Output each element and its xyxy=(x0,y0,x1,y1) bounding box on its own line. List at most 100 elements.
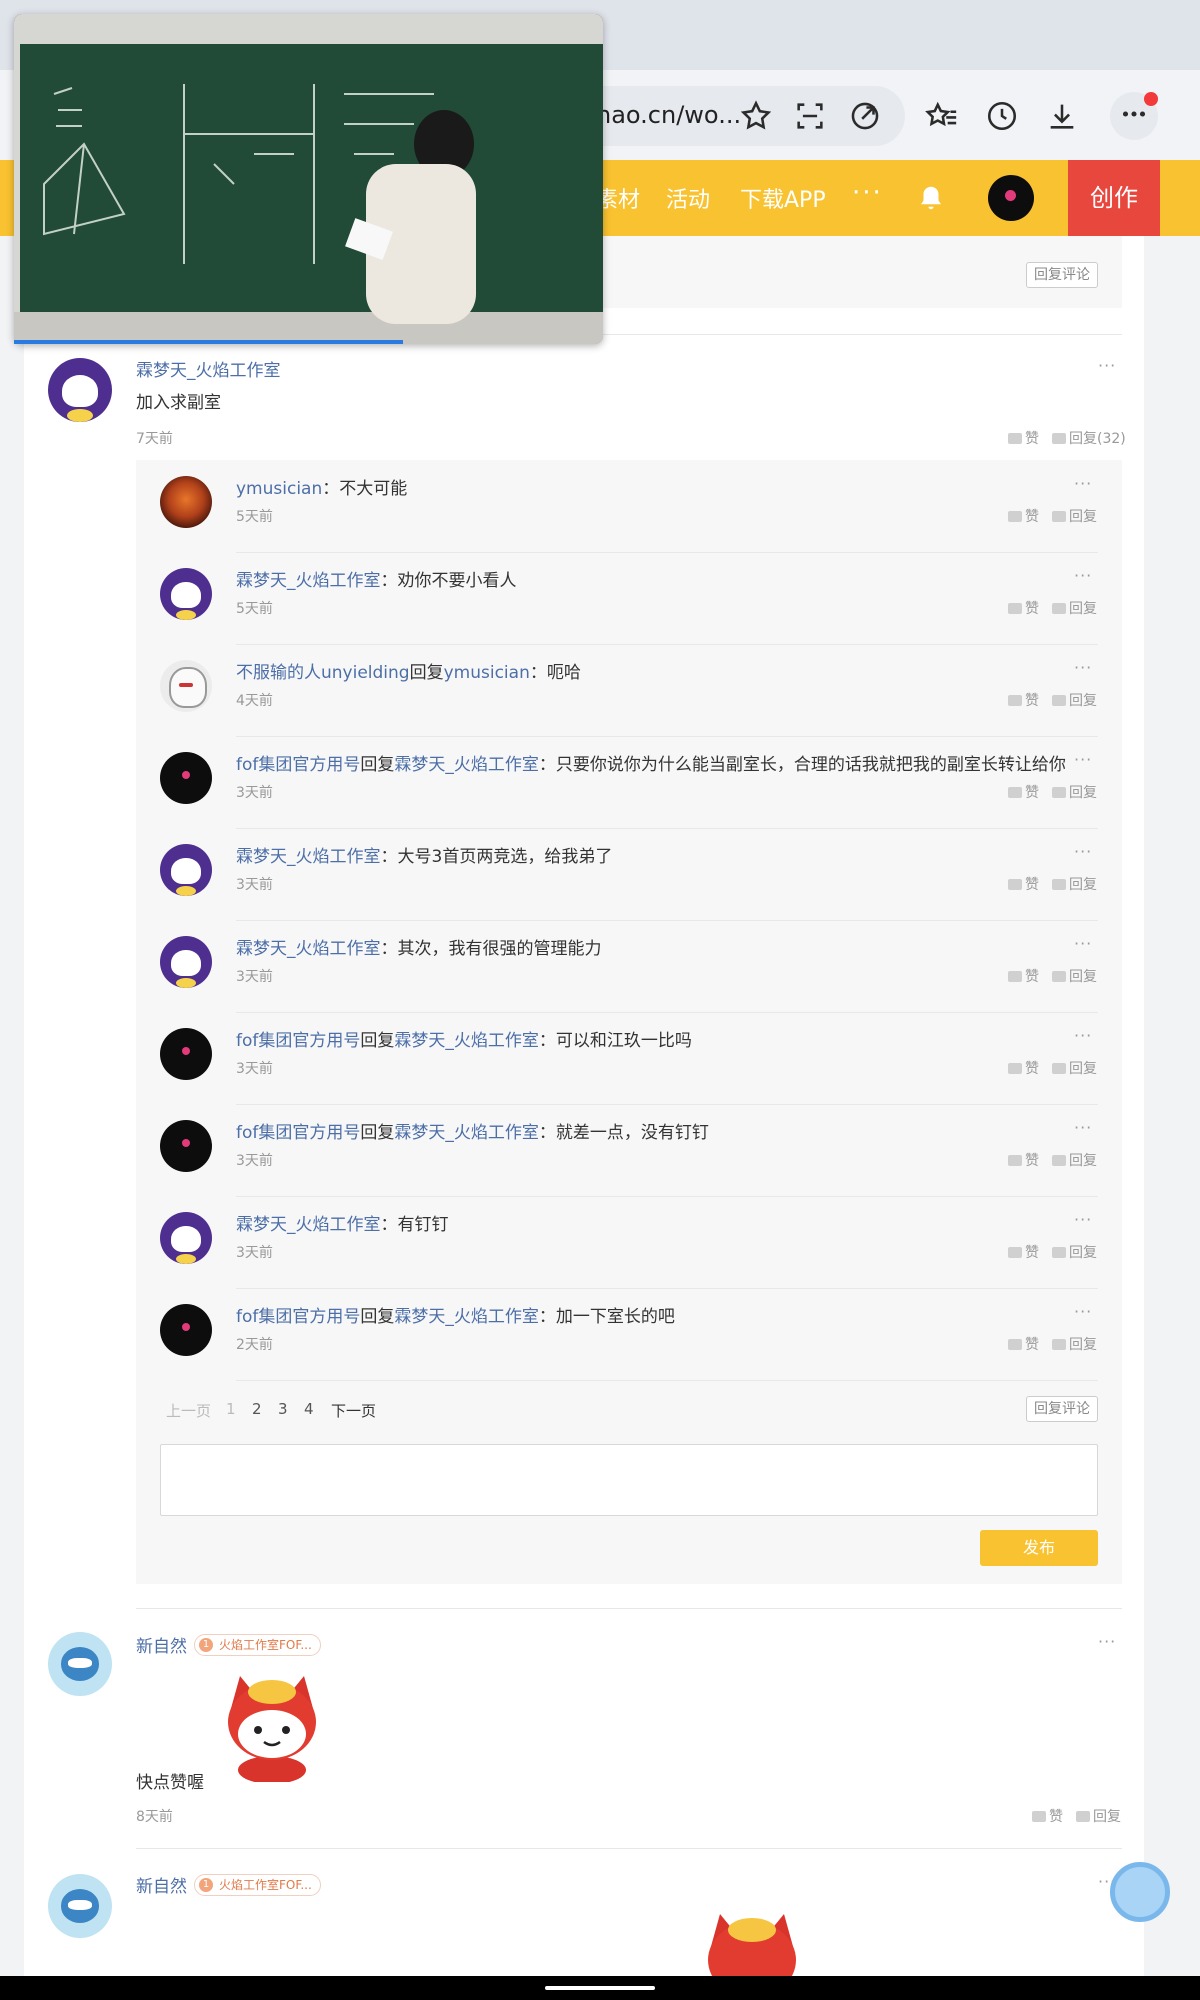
comment-more-button[interactable]: ··· xyxy=(1098,1632,1116,1651)
video-progress-bar[interactable] xyxy=(14,340,403,344)
replier-avatar[interactable] xyxy=(160,568,212,620)
reply-comment-button[interactable]: 回复评论 xyxy=(1026,1396,1098,1422)
reply-comment-button-top[interactable]: 回复评论 xyxy=(1026,262,1098,288)
pagination-page[interactable]: 4 xyxy=(304,1400,314,1418)
reply-more-button[interactable]: ··· xyxy=(1074,750,1092,769)
replier-avatar[interactable] xyxy=(160,476,212,528)
floating-action-button[interactable] xyxy=(1110,1862,1170,1922)
reply-target-username[interactable]: ymusician xyxy=(444,663,530,683)
reply-more-button[interactable]: ··· xyxy=(1074,1210,1092,1229)
bell-icon[interactable] xyxy=(916,182,946,214)
comment-username[interactable]: 霖梦天_火焰工作室 xyxy=(136,356,281,381)
download-icon[interactable] xyxy=(1040,94,1084,138)
reply-button[interactable]: 回复 xyxy=(1052,874,1097,894)
reply-button[interactable]: 回复 xyxy=(1052,782,1097,802)
user-avatar[interactable] xyxy=(988,175,1034,221)
reply-button[interactable]: 回复 xyxy=(1052,506,1097,526)
commenter-avatar[interactable] xyxy=(48,1874,112,1938)
favorites-list-icon[interactable] xyxy=(920,94,964,138)
pagination-page[interactable]: 3 xyxy=(278,1400,288,1418)
commenter-avatar[interactable] xyxy=(48,358,112,422)
create-button[interactable]: 创作 xyxy=(1068,160,1160,236)
commenter-avatar[interactable] xyxy=(48,1632,112,1696)
reply-username[interactable]: fof集团官方用号 xyxy=(236,1031,360,1051)
nav-item-download-app[interactable]: 下载APP xyxy=(740,182,826,214)
like-button[interactable]: 赞 xyxy=(1008,598,1039,618)
home-indicator[interactable] xyxy=(545,1986,655,1990)
reply-button[interactable]: 回复 xyxy=(1052,1334,1097,1354)
replier-avatar[interactable] xyxy=(160,660,212,712)
pagination-next[interactable]: 下一页 xyxy=(331,1400,376,1421)
divider xyxy=(236,828,1098,829)
publish-button[interactable]: 发布 xyxy=(980,1530,1098,1566)
reply-username[interactable]: 霖梦天_火焰工作室 xyxy=(236,939,381,959)
reply-target-username[interactable]: 霖梦天_火焰工作室 xyxy=(394,1123,539,1143)
like-button[interactable]: 赞 xyxy=(1008,966,1039,986)
reply-more-button[interactable]: ··· xyxy=(1074,566,1092,585)
reply-target-username[interactable]: 霖梦天_火焰工作室 xyxy=(394,1307,539,1327)
reply-more-button[interactable]: ··· xyxy=(1074,1118,1092,1137)
reply-username[interactable]: 霖梦天_火焰工作室 xyxy=(236,1215,381,1235)
screenshot-scan-icon[interactable] xyxy=(788,94,832,138)
replier-avatar[interactable] xyxy=(160,1120,212,1172)
replier-avatar[interactable] xyxy=(160,844,212,896)
like-button[interactable]: 赞 xyxy=(1008,428,1039,448)
pagination-page[interactable]: 2 xyxy=(252,1400,262,1418)
history-clock-icon[interactable] xyxy=(980,94,1024,138)
studio-badge[interactable]: 火焰工作室FOF... xyxy=(194,1874,321,1896)
reply-button[interactable]: 回复 xyxy=(1076,1806,1121,1826)
comment-more-button[interactable]: ··· xyxy=(1098,356,1116,375)
replier-avatar[interactable] xyxy=(160,1304,212,1356)
reply-username[interactable]: ymusician xyxy=(236,479,322,499)
share-icon[interactable] xyxy=(843,94,887,138)
reply-button[interactable]: 回复 xyxy=(1052,1058,1097,1078)
reply-more-button[interactable]: ··· xyxy=(1074,1026,1092,1045)
reply-more-button[interactable]: ··· xyxy=(1074,842,1092,861)
reply-to-word: 回复 xyxy=(409,663,444,683)
reply-textarea[interactable] xyxy=(160,1444,1098,1516)
like-button[interactable]: 赞 xyxy=(1008,1242,1039,1262)
comment-username[interactable]: 新自然 xyxy=(136,1632,187,1657)
like-button[interactable]: 赞 xyxy=(1008,1150,1039,1170)
reply-button[interactable]: 回复 xyxy=(1052,598,1097,618)
like-button[interactable]: 赞 xyxy=(1008,506,1039,526)
like-button[interactable]: 赞 xyxy=(1008,1334,1039,1354)
reply-username[interactable]: 霖梦天_火焰工作室 xyxy=(236,571,381,591)
bookmark-star-icon[interactable] xyxy=(734,94,778,138)
like-button[interactable]: 赞 xyxy=(1008,690,1039,710)
replier-avatar[interactable] xyxy=(160,752,212,804)
reply-username[interactable]: fof集团官方用号 xyxy=(236,755,360,775)
reply-button[interactable]: 回复 xyxy=(1052,1242,1097,1262)
replier-avatar[interactable] xyxy=(160,1028,212,1080)
reply-target-username[interactable]: 霖梦天_火焰工作室 xyxy=(394,1031,539,1051)
reply-username[interactable]: 不服输的人unyielding xyxy=(236,663,410,683)
reply-button[interactable]: 回复 xyxy=(1052,1150,1097,1170)
like-button[interactable]: 赞 xyxy=(1008,782,1039,802)
reply-count-button[interactable]: 回复(32) xyxy=(1052,428,1126,448)
chat-bubble-icon xyxy=(1052,1063,1066,1074)
thumbs-up-icon xyxy=(1008,603,1022,614)
reply-more-button[interactable]: ··· xyxy=(1074,934,1092,953)
reply-username[interactable]: fof集团官方用号 xyxy=(236,1123,360,1143)
comment-username[interactable]: 新自然 xyxy=(136,1872,187,1897)
replier-avatar[interactable] xyxy=(160,936,212,988)
floating-video-player[interactable] xyxy=(14,14,603,344)
reply-more-button[interactable]: ··· xyxy=(1074,474,1092,493)
chat-bubble-icon xyxy=(1052,879,1066,890)
like-button[interactable]: 赞 xyxy=(1032,1806,1063,1826)
reply-target-username[interactable]: 霖梦天_火焰工作室 xyxy=(394,755,539,775)
thumbs-up-icon xyxy=(1008,1247,1022,1258)
reply-text: ：呃哈 xyxy=(529,663,581,683)
reply-username[interactable]: fof集团官方用号 xyxy=(236,1307,360,1327)
like-button[interactable]: 赞 xyxy=(1008,1058,1039,1078)
reply-username[interactable]: 霖梦天_火焰工作室 xyxy=(236,847,381,867)
reply-button[interactable]: 回复 xyxy=(1052,966,1097,986)
like-button[interactable]: 赞 xyxy=(1008,874,1039,894)
reply-more-button[interactable]: ··· xyxy=(1074,1302,1092,1321)
reply-more-button[interactable]: ··· xyxy=(1074,658,1092,677)
replier-avatar[interactable] xyxy=(160,1212,212,1264)
reply-button[interactable]: 回复 xyxy=(1052,690,1097,710)
studio-badge[interactable]: 火焰工作室FOF... xyxy=(194,1634,321,1656)
nav-more-button[interactable]: ··· xyxy=(852,178,883,208)
nav-item-activity[interactable]: 活动 xyxy=(666,182,710,214)
